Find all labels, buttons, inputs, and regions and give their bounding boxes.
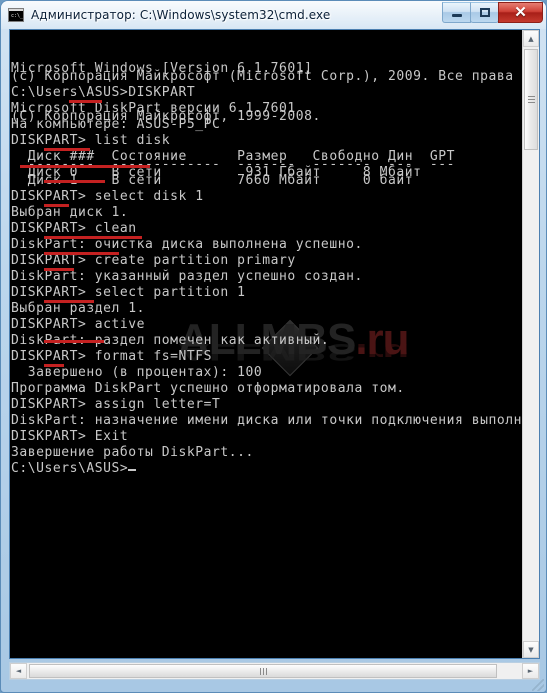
console-line: DiskPart: назначение имени диска или точ… <box>11 413 523 428</box>
console-line: C:\Users\ASUS>DISKPART <box>11 85 196 100</box>
resize-grip-icon[interactable] <box>532 679 544 691</box>
command-underline <box>44 179 105 183</box>
command-underline <box>44 363 64 367</box>
close-icon: ✕ <box>514 4 527 21</box>
scroll-up-button[interactable]: ▲ <box>523 30 539 47</box>
vertical-scrollbar[interactable]: ▲ ▼ <box>522 30 539 658</box>
chevron-down-icon: ▼ <box>528 645 534 654</box>
command-underline <box>44 299 94 303</box>
command-prompt-window: c:\_ Администратор: C:\Windows\system32\… <box>0 0 547 693</box>
minimize-icon <box>451 14 462 17</box>
command-underline <box>44 147 90 151</box>
console-line: DISKPART> Exit <box>11 429 129 444</box>
command-underline <box>44 339 104 343</box>
console-line: Завершение работы DiskPart... <box>11 445 254 460</box>
console-line: DISKPART> select disk 1 <box>11 189 204 204</box>
close-button[interactable]: ✕ <box>498 2 543 23</box>
console-client-area: ALLMBS.ru ALLMBS.ru Microsoft Windows [V… <box>9 29 540 659</box>
console-line: DISKPART> format fs=NTFS <box>11 349 213 364</box>
console-line: DISKPART> list disk <box>11 133 171 148</box>
horizontal-scrollbar[interactable]: ◄ ► <box>9 662 540 680</box>
vertical-scrollbar-thumb[interactable] <box>524 49 538 150</box>
maximize-button[interactable] <box>470 2 499 23</box>
caption-buttons: ✕ <box>442 2 543 23</box>
watermark-tld-reflection: .ru <box>355 338 409 366</box>
console-icon-prompt: c:\_ <box>11 13 24 19</box>
scroll-right-button[interactable]: ► <box>522 663 539 679</box>
console-line: Программа DiskPart успешно отформатирова… <box>11 381 405 396</box>
command-underline <box>68 99 102 103</box>
console-output[interactable]: ALLMBS.ru ALLMBS.ru Microsoft Windows [V… <box>10 30 523 658</box>
console-cursor <box>128 469 137 471</box>
console-line: (c) Корпорация Майкрософт (Microsoft Cor… <box>11 69 523 84</box>
command-underline <box>44 235 142 239</box>
watermark-tld: .ru <box>355 315 409 364</box>
console-line: Завершено (в процентах): 100 <box>11 365 263 380</box>
console-line: На компьютере: ASUS-P5_PC <box>11 117 221 132</box>
maximize-icon <box>479 8 490 17</box>
console-line: DISKPART> active <box>11 317 146 332</box>
command-underline <box>44 267 74 271</box>
scroll-left-button[interactable]: ◄ <box>10 663 27 679</box>
console-line: Выбран диск 1. <box>11 205 129 220</box>
grip-icon <box>527 96 535 103</box>
command-underline <box>44 203 69 207</box>
console-icon: c:\_ <box>8 8 24 22</box>
scroll-down-button[interactable]: ▼ <box>523 641 539 658</box>
console-line: Выбран раздел 1. <box>11 301 146 316</box>
grip-icon <box>259 667 267 675</box>
minimize-button[interactable] <box>442 2 471 23</box>
chevron-right-icon: ► <box>527 667 534 675</box>
chevron-left-icon: ◄ <box>15 667 22 675</box>
chevron-up-icon: ▲ <box>528 34 534 43</box>
command-underline <box>20 164 150 168</box>
console-line: C:\Users\ASUS> <box>11 461 137 477</box>
console-line: DiskPart: указанный раздел успешно созда… <box>11 269 363 284</box>
console-line: DISKPART> assign letter=T <box>11 397 221 412</box>
horizontal-scrollbar-thumb[interactable] <box>29 664 497 678</box>
command-underline <box>44 251 119 255</box>
window-title: Администратор: C:\Windows\system32\cmd.e… <box>31 7 331 22</box>
